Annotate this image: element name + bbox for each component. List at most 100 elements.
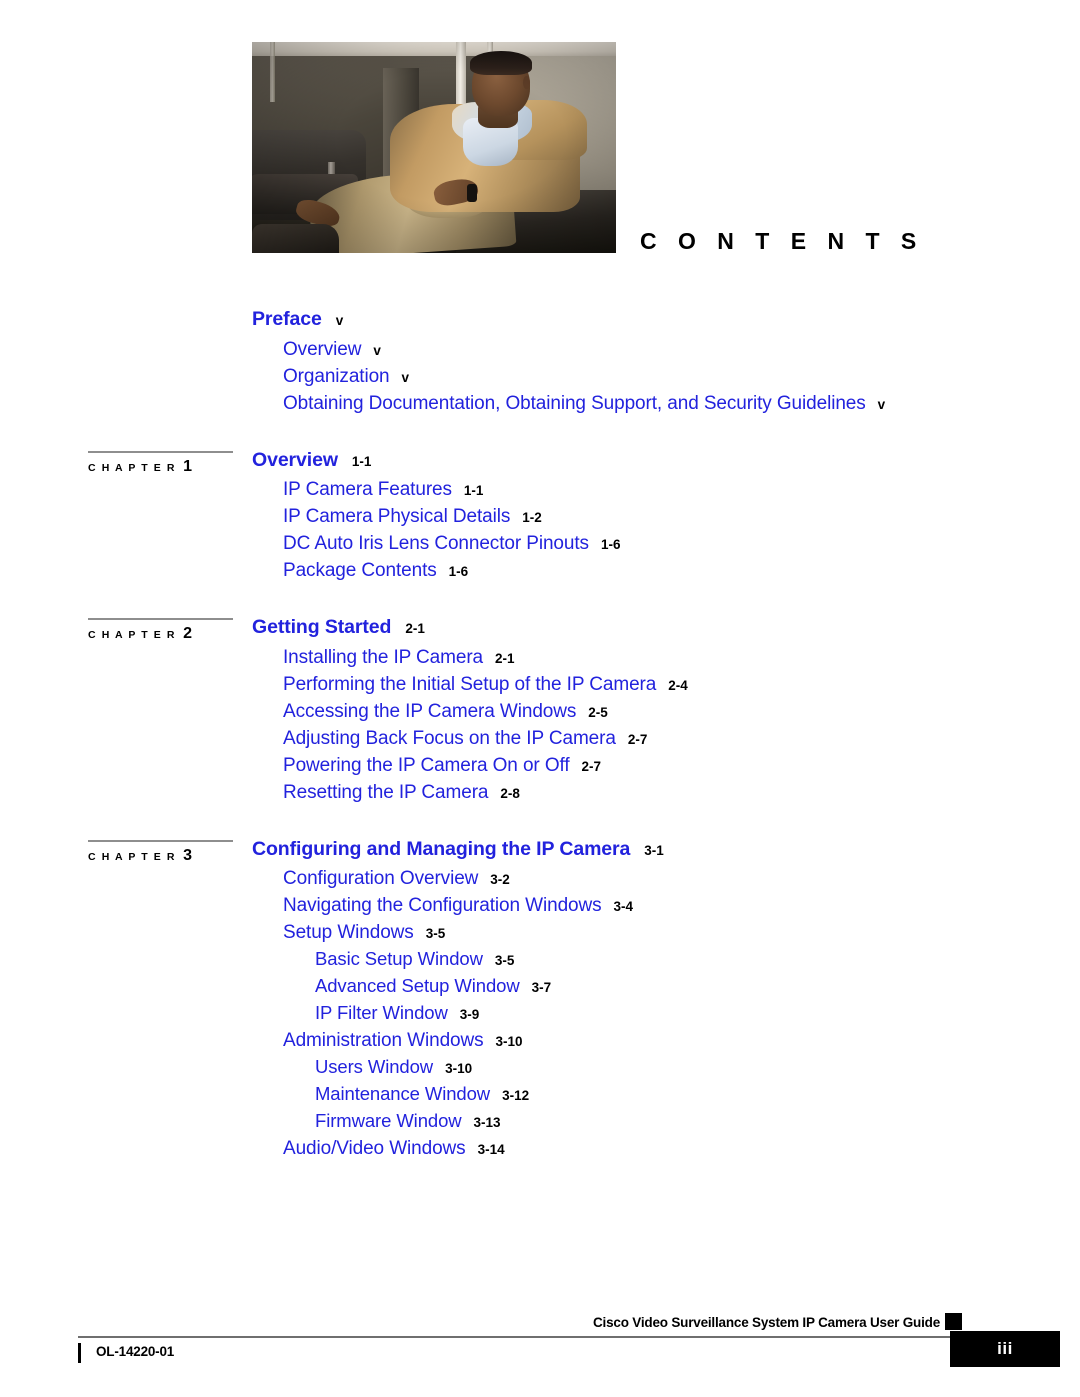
photo-vignette xyxy=(252,42,616,253)
toc-entry-page: 2-7 xyxy=(627,731,648,747)
toc-entry-level-2[interactable]: Accessing the IP Camera Windows 2-5 xyxy=(283,702,1080,729)
toc-entry-page: 1-6 xyxy=(600,537,621,552)
chapter-label-row: C H A P T E R 2 xyxy=(88,625,238,643)
toc-entry-page: 2-8 xyxy=(500,785,520,801)
toc-entry-title: IP Camera Physical Details xyxy=(283,506,511,527)
toc-entry-level-2[interactable]: Resetting the IP Camera 2-8 xyxy=(283,783,1080,810)
toc-entry-level-2[interactable]: Overview v xyxy=(283,340,1080,367)
toc-entry-page: 3-4 xyxy=(613,899,634,914)
toc-group: C H A P T E R 1 Overview 1-1 IP Camera Featu… xyxy=(0,450,1080,589)
toc-entry-page: 1-2 xyxy=(522,510,542,525)
chapter-rule xyxy=(88,450,233,453)
toc-entry-title: Resetting the IP Camera xyxy=(283,781,489,803)
toc-entry-title: Accessing the IP Camera Windows xyxy=(283,700,577,722)
chapter-number: 1 xyxy=(183,457,192,475)
toc-entry-page: 1-6 xyxy=(448,564,469,579)
toc-entry-title: Setup Windows xyxy=(283,922,414,943)
toc-entry-level-2[interactable]: Setup Windows 3-5 xyxy=(283,923,1080,950)
toc-entry-level-1[interactable]: Configuring and Managing the IP Camera 3-… xyxy=(252,839,1080,870)
toc-entry-level-1[interactable]: Preface v xyxy=(252,309,1080,340)
toc-entry-page: 3-9 xyxy=(459,1007,480,1022)
toc-entry-title: Overview xyxy=(283,338,362,360)
toc-group: C H A P T E R 2 Getting Started 2-1 Installi… xyxy=(0,617,1080,810)
chapter-word: C H A P T E R xyxy=(88,850,177,863)
page-title: C O N T E N T S xyxy=(640,228,924,254)
chapter-number: 2 xyxy=(183,625,192,642)
toc-entry-page: 3-7 xyxy=(531,980,552,995)
toc-group-gap xyxy=(0,588,1080,618)
toc-entry-level-3[interactable]: Users Window 3-10 xyxy=(315,1057,1080,1085)
footer-tick-mark xyxy=(78,1343,81,1363)
toc-entry-title: IP Camera Features xyxy=(283,479,452,500)
toc-entry-title: Audio/Video Windows xyxy=(283,1138,466,1159)
toc-entry-level-2[interactable]: IP Camera Features 1-1 xyxy=(283,480,1080,507)
toc-entry-level-2[interactable]: Adjusting Back Focus on the IP Camera 2-7 xyxy=(283,729,1080,756)
toc-entry-page: 1-1 xyxy=(463,483,484,498)
toc-entry-level-2[interactable]: IP Camera Physical Details 1-2 xyxy=(283,507,1080,534)
toc-entry-title: IP Filter Window xyxy=(315,1002,448,1023)
cover-photo xyxy=(252,42,616,253)
toc-entry-page: 2-4 xyxy=(668,677,688,693)
footer-document-title: Cisco Video Surveillance System IP Camer… xyxy=(592,1315,940,1330)
footer-document-id: OL-14220-01 xyxy=(96,1344,175,1359)
toc-entry-title: Adjusting Back Focus on the IP Camera xyxy=(283,727,616,749)
toc-entry-page: 2-5 xyxy=(588,704,608,720)
toc-group-gap xyxy=(0,421,1080,451)
toc-entry-level-3[interactable]: Maintenance Window 3-12 xyxy=(315,1083,1080,1112)
toc-entry-page: v xyxy=(877,396,886,412)
toc-entry-title: Firmware Window xyxy=(315,1110,462,1131)
toc-entry-level-1[interactable]: Getting Started 2-1 xyxy=(252,617,1080,648)
toc-entry-title: Basic Setup Window xyxy=(315,948,483,969)
chapter-marker: C H A P T E R 2 xyxy=(88,618,238,643)
toc-entry-level-3[interactable]: IP Filter Window 3-9 xyxy=(315,1002,1080,1031)
toc-entry-title: Navigating the Configuration Windows xyxy=(283,895,602,916)
toc-entry-level-2[interactable]: Administration Windows 3-10 xyxy=(283,1031,1080,1058)
toc-entry-level-2[interactable]: Obtaining Documentation, Obtaining Suppo… xyxy=(283,394,1080,421)
toc-entry-page: 2-1 xyxy=(405,621,425,636)
page-footer: Cisco Video Surveillance System IP Camer… xyxy=(0,1301,1080,1397)
toc-entry-page: v xyxy=(373,342,381,358)
toc-entry-title: Configuration Overview xyxy=(283,868,479,889)
toc-entry-title: Advanced Setup Window xyxy=(315,975,520,996)
footer-page-box: iii xyxy=(950,1331,1060,1367)
footer-page-number: iii xyxy=(997,1339,1013,1358)
toc-entry-level-2[interactable]: Package Contents 1-6 xyxy=(283,561,1080,588)
toc-entry-level-3[interactable]: Advanced Setup Window 3-7 xyxy=(315,975,1080,1004)
toc-entry-title: Powering the IP Camera On or Off xyxy=(283,754,570,776)
toc-entry-level-2[interactable]: Audio/Video Windows 3-14 xyxy=(283,1139,1080,1166)
toc-entry-page: 3-2 xyxy=(490,872,510,887)
toc-entry-level-2[interactable]: Organization v xyxy=(283,367,1080,394)
chapter-rule xyxy=(88,618,233,620)
toc-entry-page: 3-10 xyxy=(495,1034,523,1049)
toc-entry-page: v xyxy=(401,369,410,385)
toc-entry-page: 2-7 xyxy=(581,758,602,774)
toc-entry-level-1[interactable]: Overview 1-1 xyxy=(252,450,1080,481)
toc-entry-title: Package Contents xyxy=(283,560,437,581)
toc-entry-level-3[interactable]: Firmware Window 3-13 xyxy=(315,1110,1080,1139)
toc-entry-level-2[interactable]: Performing the Initial Setup of the IP C… xyxy=(283,675,1080,702)
chapter-marker: C H A P T E R 3 xyxy=(88,839,238,865)
toc-entry-page: v xyxy=(335,313,344,328)
toc-entry-title: Maintenance Window xyxy=(315,1083,491,1104)
footer-divider xyxy=(78,1336,952,1338)
chapter-rule xyxy=(88,839,233,842)
toc-entry-page: 1-1 xyxy=(351,453,372,469)
toc-entry-level-2[interactable]: Installing the IP Camera 2-1 xyxy=(283,648,1080,675)
toc-entry-level-2[interactable]: Configuration Overview 3-2 xyxy=(283,869,1080,896)
toc-entry-level-2[interactable]: Navigating the Configuration Windows 3-4 xyxy=(283,896,1080,923)
chapter-word: C H A P T E R xyxy=(88,629,177,641)
chapter-number: 3 xyxy=(183,846,192,864)
toc-entry-page: 3-12 xyxy=(502,1088,530,1103)
toc-entry-level-2[interactable]: DC Auto Iris Lens Connector Pinouts 1-6 xyxy=(283,534,1080,561)
toc-entry-page: 3-13 xyxy=(473,1115,501,1130)
toc-entry-title: Organization xyxy=(283,365,390,387)
table-of-contents: Preface v Overview v Organization v Obtaining … xyxy=(0,309,1080,1166)
chapter-label-row: C H A P T E R 1 xyxy=(88,458,238,476)
toc-entry-title: Obtaining Documentation, Obtaining Suppo… xyxy=(283,392,866,414)
chapter-label-row: C H A P T E R 3 xyxy=(88,847,238,865)
toc-entry-level-3[interactable]: Basic Setup Window 3-5 xyxy=(315,948,1080,977)
toc-entry-page: 3-1 xyxy=(644,842,664,858)
toc-entry-page: 3-10 xyxy=(445,1061,473,1076)
footer-square-mark xyxy=(945,1313,962,1330)
toc-entry-level-2[interactable]: Powering the IP Camera On or Off 2-7 xyxy=(283,756,1080,783)
